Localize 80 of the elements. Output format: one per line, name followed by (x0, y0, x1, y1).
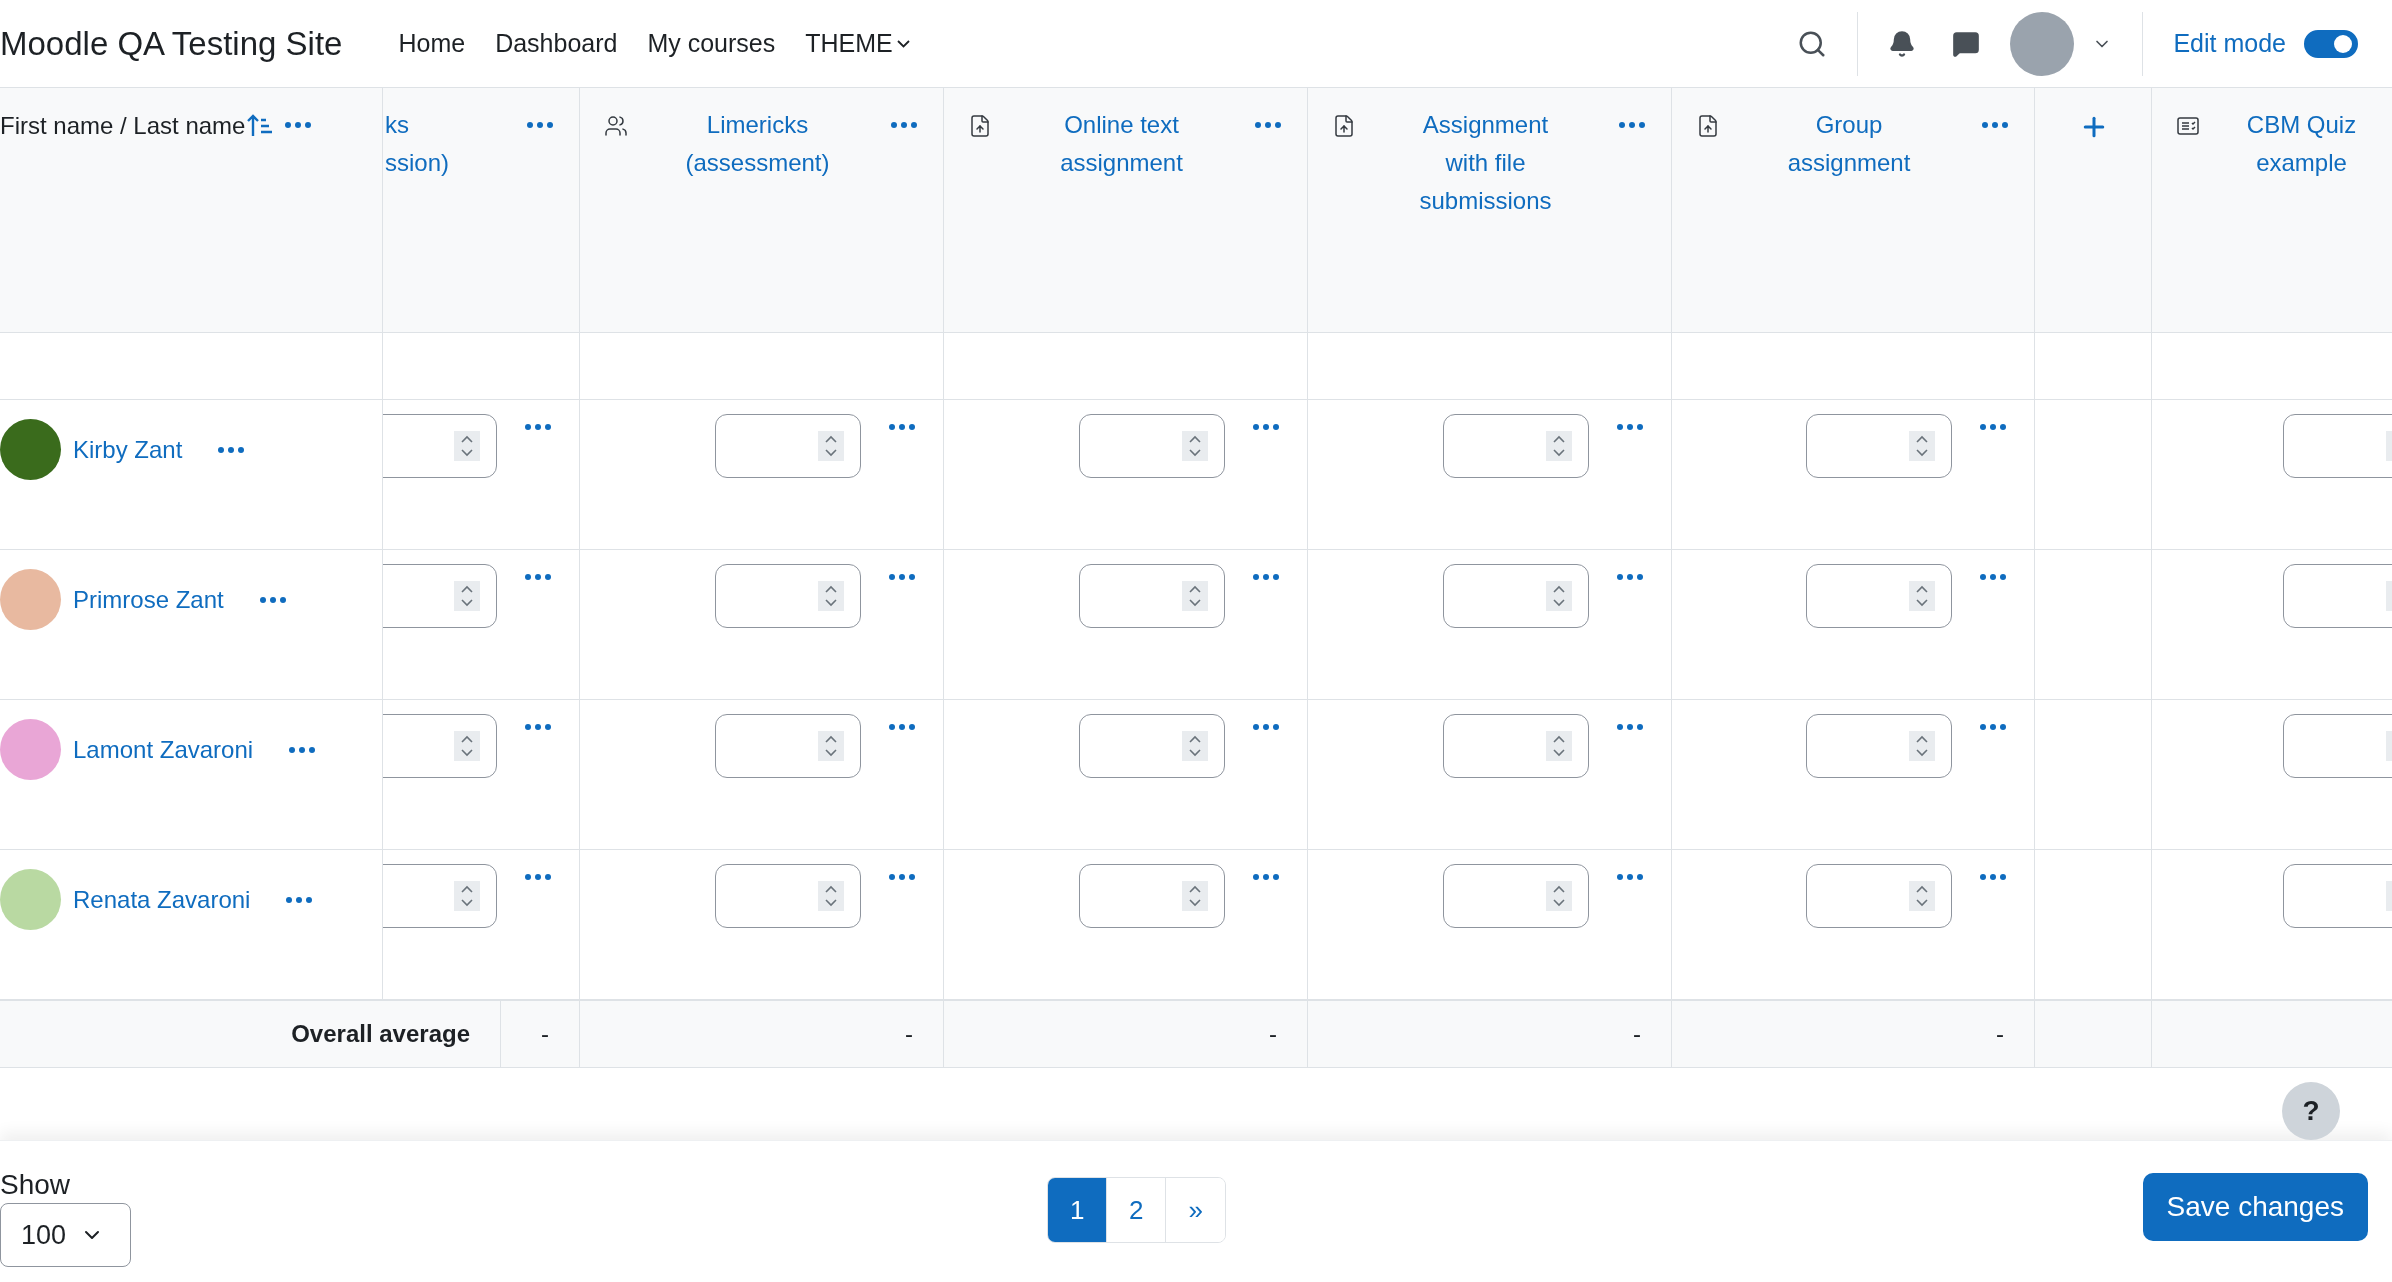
edit-mode-toggle[interactable] (2304, 29, 2358, 58)
column-title-link[interactable]: Online text assignment (1006, 106, 1237, 182)
grade-input[interactable] (1443, 864, 1589, 928)
grade-input[interactable] (715, 564, 861, 628)
spinner-icon (1909, 581, 1935, 611)
grade-input[interactable] (1443, 714, 1589, 778)
average-value: - (905, 1020, 913, 1048)
column-title-link[interactable]: CBM Quiz example (2214, 106, 2389, 182)
spinner-icon (1909, 431, 1935, 461)
column-title-link[interactable]: ks ssion) (385, 106, 509, 182)
grade-input[interactable] (383, 714, 497, 778)
student-name-link[interactable]: Renata Zavaroni (73, 885, 251, 914)
grade-input[interactable] (2283, 714, 2392, 778)
spinner-icon (1909, 731, 1935, 761)
grade-input[interactable] (383, 564, 497, 628)
grade-input[interactable] (1079, 864, 1225, 928)
grade-input[interactable] (1806, 564, 1952, 628)
spinner-icon (1546, 881, 1572, 911)
page-link[interactable]: 1 (1048, 1178, 1108, 1242)
grade-input[interactable] (383, 414, 497, 478)
spinner-icon (1546, 731, 1572, 761)
spinner-icon (818, 581, 844, 611)
file-upload-icon (1696, 114, 1720, 138)
spinner-icon (818, 881, 844, 911)
average-value: - (1633, 1020, 1641, 1048)
spinner-icon (454, 731, 480, 761)
spinner-icon (1182, 581, 1208, 611)
spinner-icon (1546, 431, 1572, 461)
spinner-icon (1182, 881, 1208, 911)
spinner-icon (1546, 581, 1572, 611)
grade-input[interactable] (1443, 564, 1589, 628)
spinner-icon (818, 431, 844, 461)
grade-input[interactable] (1806, 414, 1952, 478)
sort-icon[interactable] (247, 112, 274, 138)
column-title-link[interactable]: Limericks (assessment) (642, 106, 873, 182)
spinner-icon (454, 881, 480, 911)
grade-input[interactable] (2283, 864, 2392, 928)
spinner-icon (1182, 431, 1208, 461)
column-title-link[interactable]: Group assignment (1734, 106, 1964, 182)
help-button[interactable]: ? (2282, 1082, 2340, 1140)
student-name-link[interactable]: Primrose Zant (73, 585, 224, 614)
average-value: - (1996, 1020, 2004, 1048)
grade-input[interactable] (1806, 864, 1952, 928)
nav-link[interactable]: THEME (805, 29, 910, 58)
caret-icon (896, 39, 910, 48)
nav-link[interactable]: My courses (647, 29, 776, 58)
column-title-link[interactable]: Assignment with file submissions (1370, 106, 1601, 220)
spinner-icon (1182, 731, 1208, 761)
group-icon (604, 114, 628, 138)
grade-input[interactable] (1079, 414, 1225, 478)
file-upload-icon (1332, 114, 1356, 138)
grade-input[interactable] (715, 864, 861, 928)
list-icon (2176, 114, 2200, 138)
spinner-icon (454, 431, 480, 461)
nav-link[interactable]: Home (398, 29, 466, 58)
nav-link[interactable]: Dashboard (495, 29, 618, 58)
grade-input[interactable] (383, 864, 497, 928)
grade-input[interactable] (1806, 714, 1952, 778)
spinner-icon (454, 581, 480, 611)
grade-input[interactable] (1079, 714, 1225, 778)
grade-input[interactable] (1443, 414, 1589, 478)
grade-input[interactable] (2283, 414, 2392, 478)
column-heading: First name / Last name (0, 112, 246, 140)
grade-input[interactable] (715, 714, 861, 778)
edit-mode-label: Edit mode (2173, 29, 2286, 58)
grade-input[interactable] (715, 414, 861, 478)
per-page-select[interactable]: 100 (0, 1203, 131, 1267)
show-label: Show (0, 1169, 72, 1201)
spinner-icon (818, 731, 844, 761)
grade-input[interactable] (2283, 564, 2392, 628)
site-name: Moodle QA Testing Site (0, 24, 343, 63)
spinner-icon (1909, 881, 1935, 911)
save-changes-button[interactable]: Save changes (2142, 1173, 2368, 1241)
student-name-link[interactable]: Lamont Zavaroni (73, 735, 254, 764)
student-name-link[interactable]: Kirby Zant (73, 435, 183, 464)
file-upload-icon (968, 114, 992, 138)
average-value: - (1269, 1020, 1277, 1048)
average-value: - (541, 1020, 549, 1048)
overall-average-label: Overall average (291, 1020, 470, 1048)
grade-input[interactable] (1079, 564, 1225, 628)
